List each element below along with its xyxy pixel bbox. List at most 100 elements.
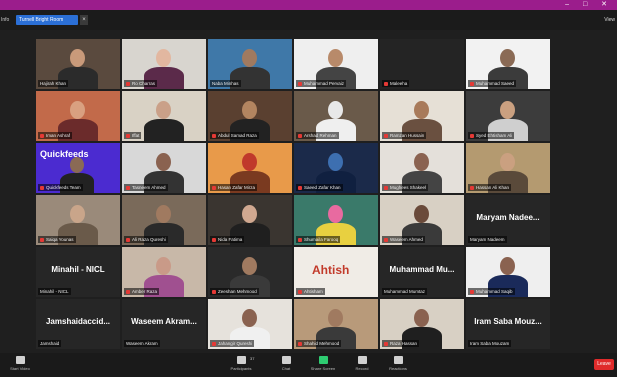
participant-name: Quickfeeds Team xyxy=(46,185,81,190)
participant-tile[interactable]: Hajirah Khan xyxy=(36,39,120,89)
close-icon[interactable]: × xyxy=(80,15,88,25)
window-controls[interactable]: – □ ✕ xyxy=(565,0,613,10)
person-silhouette xyxy=(414,309,429,327)
muted-mic-icon xyxy=(298,341,302,346)
muted-mic-icon xyxy=(40,133,44,138)
participant-tile[interactable]: Muhammad Saeed xyxy=(466,39,550,89)
meeting-topbar: Info Turnell Bright Room × View xyxy=(0,10,617,30)
person-silhouette xyxy=(70,205,85,223)
participant-name-label: Hasan Zafar Mirza xyxy=(210,184,258,191)
participant-name-label: Hassan Ali Khan xyxy=(468,184,512,191)
participant-tile[interactable]: Syed Ehtisham Ali xyxy=(466,91,550,141)
participant-display-name: Iram Saba Mouz... xyxy=(474,317,542,326)
muted-mic-icon xyxy=(126,185,130,190)
chat-button[interactable]: Chat xyxy=(272,356,300,371)
participant-name: Abdul Samad Raza xyxy=(218,133,257,138)
person-silhouette xyxy=(242,153,257,171)
participant-name: Waseem Ahmed xyxy=(390,237,423,242)
person-silhouette xyxy=(156,153,171,171)
participant-tile[interactable]: Ahtish Ahtisham xyxy=(294,247,378,297)
participant-tile[interactable]: Naba Minhas xyxy=(208,39,292,89)
participant-tile[interactable]: Iffat xyxy=(122,91,206,141)
participant-tile[interactable]: Iman Ashraf xyxy=(36,91,120,141)
muted-mic-icon xyxy=(470,289,474,294)
participant-tile[interactable]: Waseem Ahmed xyxy=(380,195,464,245)
gallery-grid: Hajirah Khan Ro Charras Naba Minhas Muhamma… xyxy=(36,39,550,349)
participant-tile[interactable]: Hassan Ali Khan xyxy=(466,143,550,193)
person-silhouette xyxy=(328,101,343,119)
leave-button[interactable]: Leave xyxy=(594,359,614,370)
participant-display-name: Muhammad Mu... xyxy=(389,265,455,274)
participant-tile[interactable]: Saiqa Younas xyxy=(36,195,120,245)
muted-mic-icon xyxy=(384,237,388,242)
participant-tile[interactable]: Saeed Zafar Khan xyxy=(294,143,378,193)
participant-tile[interactable]: Shumaila Farooq xyxy=(294,195,378,245)
participant-tile[interactable]: Raza Hassan xyxy=(380,299,464,349)
participant-tile[interactable]: Ali Raza Qureshi xyxy=(122,195,206,245)
info-button[interactable]: Info xyxy=(1,17,9,23)
reactions-button[interactable]: Reactions xyxy=(384,356,412,371)
participant-name-label: Shumaila Farooq xyxy=(296,236,341,243)
start-video-button[interactable]: Start Video xyxy=(6,356,34,371)
participant-tile[interactable]: Quickfeeds Quickfeeds Team xyxy=(36,143,120,193)
muted-mic-icon xyxy=(384,185,388,190)
participant-name: Minahil - NICL xyxy=(40,289,69,294)
participant-name: Nida Fatima xyxy=(218,237,243,242)
participant-tile[interactable]: Zeeshan Mehmood xyxy=(208,247,292,297)
participant-name-label: Saiqa Younas xyxy=(38,236,76,243)
participant-tile[interactable]: Amber Raza xyxy=(122,247,206,297)
participant-tile[interactable]: Muhammad Mu... Muhammad Mumtaz xyxy=(380,247,464,297)
participant-name-label: Naba Minhas xyxy=(210,80,241,87)
participant-name-label: Hajirah Khan xyxy=(38,80,69,87)
participant-name-label: Saeed Zafar Khan xyxy=(296,184,343,191)
participant-tile[interactable]: Shahid Mehmood xyxy=(294,299,378,349)
participant-name-label: Muhammad Mumtaz xyxy=(382,288,428,295)
participant-name-label: Zeeshan Mehmood xyxy=(210,288,259,295)
muted-mic-icon xyxy=(384,81,388,86)
muted-mic-icon xyxy=(470,185,474,190)
participant-tile[interactable]: Hasan Zafar Mirza xyxy=(208,143,292,193)
participant-tile[interactable]: Tasneem Ahmed xyxy=(122,143,206,193)
participant-name: Raza Hassan xyxy=(390,341,418,346)
muted-mic-icon xyxy=(298,133,302,138)
participant-tile[interactable]: Minahil - NICL Minahil - NICL xyxy=(36,247,120,297)
participant-tile[interactable]: Waseem Akram... Waseem Akram xyxy=(122,299,206,349)
participant-tile[interactable]: Abdul Samad Raza xyxy=(208,91,292,141)
participant-tile[interactable]: Mughees Shakeel xyxy=(380,143,464,193)
participant-tile[interactable]: Maleeha xyxy=(380,39,464,89)
reactions-icon xyxy=(393,356,403,364)
participant-name-label: Minahil - NICL xyxy=(38,288,71,295)
share-screen-button[interactable]: Share Screen xyxy=(306,356,340,371)
record-label: Record xyxy=(355,366,369,371)
person-silhouette xyxy=(500,153,515,171)
participant-tile[interactable]: Ro Charras xyxy=(122,39,206,89)
participants-label: Participants xyxy=(230,366,252,371)
participant-tile[interactable]: Muhammad Saqib xyxy=(466,247,550,297)
participant-name: Waseem Akram xyxy=(126,341,158,346)
participant-tile[interactable]: Maryam Nadee... Maryam Nadeem xyxy=(466,195,550,245)
person-torso xyxy=(144,119,184,141)
participant-name: Iman Ashraf xyxy=(46,133,71,138)
muted-mic-icon xyxy=(212,237,216,242)
participant-tile[interactable]: Arshad Rehman xyxy=(294,91,378,141)
muted-mic-icon xyxy=(470,81,474,86)
participant-name-label: Amber Raza xyxy=(124,288,160,295)
view-button[interactable]: View xyxy=(604,17,615,23)
participant-tile[interactable]: Iram Saba Mouz... Iram Saba Mouzam xyxy=(466,299,550,349)
participant-tile[interactable]: Nida Fatima xyxy=(208,195,292,245)
participant-name-label: Iram Saba Mouzam xyxy=(468,340,512,347)
participant-name: Hajirah Khan xyxy=(40,81,67,86)
participant-name: Tasneem Ahmed xyxy=(132,185,166,190)
participant-name-label: Maryam Nadeem xyxy=(468,236,507,243)
participant-name-label: Syed Ehtisham Ali xyxy=(468,132,515,139)
participant-tile[interactable]: Ramzan Hussain xyxy=(380,91,464,141)
meeting-name-pill[interactable]: Turnell Bright Room xyxy=(16,15,78,25)
participant-name-label: Maleeha xyxy=(382,80,410,87)
participant-tile[interactable]: Jamshaidaccid... Jamshaid xyxy=(36,299,120,349)
muted-mic-icon xyxy=(40,185,44,190)
participant-tile[interactable]: Muhammad Pervaiz xyxy=(294,39,378,89)
participant-name: Shumaila Farooq xyxy=(304,237,339,242)
participant-name: Arshad Rehman xyxy=(304,133,337,138)
participant-tile[interactable]: Jahangir Qureshi xyxy=(208,299,292,349)
record-button[interactable]: Record xyxy=(348,356,376,371)
